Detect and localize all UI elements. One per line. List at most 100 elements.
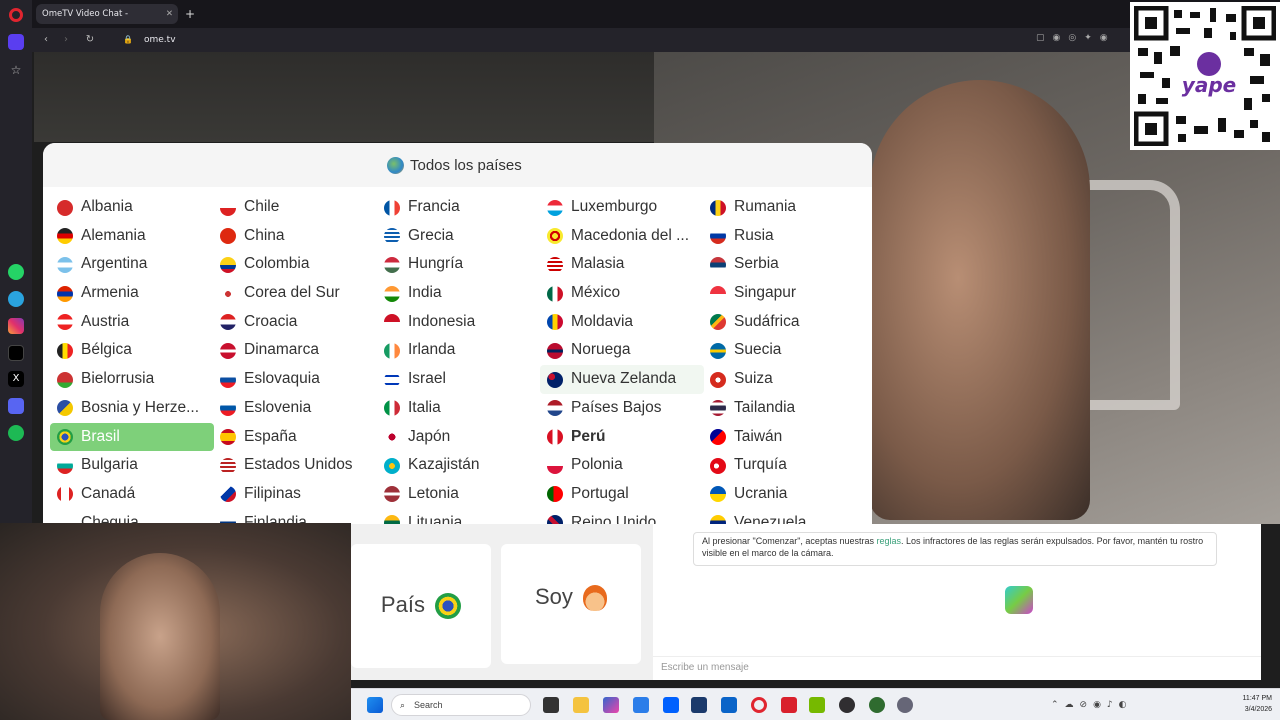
country-option[interactable]: India [377, 279, 541, 308]
country-option[interactable]: Eslovaquia [213, 365, 377, 394]
opera-logo-icon[interactable] [9, 8, 23, 22]
country-option[interactable]: Kazajistán [377, 451, 541, 480]
country-option[interactable]: Reino Unido [540, 509, 704, 524]
country-option[interactable]: Chequia [50, 509, 214, 524]
obs-icon[interactable] [839, 697, 855, 713]
country-option[interactable]: Bielorrusia [50, 365, 214, 394]
copilot-icon[interactable] [603, 697, 619, 713]
country-option[interactable]: Chile [213, 193, 377, 222]
instagram-icon[interactable] [8, 318, 24, 334]
country-option[interactable]: Singapur [703, 279, 867, 308]
message-input[interactable]: Escribe un mensaje [653, 656, 1261, 678]
taskbar-search[interactable]: ⌕ Search [391, 694, 531, 716]
country-option[interactable]: Portugal [540, 480, 704, 509]
wps-icon[interactable] [781, 697, 797, 713]
toolbar-icons[interactable]: ▢◉◎✦◉ [1036, 33, 1116, 43]
country-option[interactable]: Finlandia [213, 509, 377, 524]
file-explorer-icon[interactable] [573, 697, 589, 713]
country-option[interactable]: Italia [377, 394, 541, 423]
country-option[interactable]: China [213, 222, 377, 251]
country-option[interactable]: Irlanda [377, 336, 541, 365]
url-field[interactable]: ome.tv [144, 33, 176, 47]
country-option[interactable]: Moldavia [540, 308, 704, 337]
country-option[interactable]: Austria [50, 308, 214, 337]
country-option[interactable]: Albania [50, 193, 214, 222]
country-option[interactable]: Malasia [540, 250, 704, 279]
close-tab-icon[interactable]: ✕ [166, 4, 173, 24]
xbox-icon[interactable] [869, 697, 885, 713]
country-option[interactable]: Alemania [50, 222, 214, 251]
country-option[interactable]: Países Bajos [540, 394, 704, 423]
store-icon[interactable] [633, 697, 649, 713]
task-view-icon[interactable] [543, 697, 559, 713]
country-option[interactable]: Israel [377, 365, 541, 394]
reload-icon[interactable]: ↻ [82, 32, 98, 48]
country-option[interactable]: Indonesia [377, 308, 541, 337]
country-option[interactable]: Turquía [703, 451, 867, 480]
new-tab-icon[interactable]: + [182, 6, 198, 22]
country-option[interactable]: Eslovenia [213, 394, 377, 423]
country-option[interactable]: Hungría [377, 250, 541, 279]
country-option[interactable]: Bosnia y Herze... [50, 394, 214, 423]
windows-start-icon[interactable] [367, 697, 383, 713]
country-option[interactable]: Croacia [213, 308, 377, 337]
forward-icon[interactable]: › [58, 32, 74, 48]
country-option[interactable]: Japón [377, 423, 541, 452]
opera-taskbar-icon[interactable] [751, 697, 767, 713]
country-option[interactable]: Noruega [540, 336, 704, 365]
tiktok-icon[interactable] [8, 345, 24, 361]
country-option[interactable]: Armenia [50, 279, 214, 308]
country-button[interactable]: País [351, 544, 491, 668]
whatsapp-icon[interactable] [8, 264, 24, 280]
country-option[interactable]: Grecia [377, 222, 541, 251]
rules-link[interactable]: reglas [876, 536, 901, 546]
country-option[interactable]: Lituania [377, 509, 541, 524]
country-option[interactable]: Luxemburgo [540, 193, 704, 222]
country-option[interactable]: Polonia [540, 451, 704, 480]
country-option[interactable]: Brasil [50, 422, 214, 452]
back-icon[interactable]: ‹ [38, 32, 54, 48]
country-option[interactable]: Argentina [50, 250, 214, 279]
gender-button[interactable]: Soy [501, 544, 641, 664]
country-option[interactable]: Nueva Zelanda [540, 365, 704, 394]
country-option[interactable]: Venezuela [703, 509, 867, 524]
country-option[interactable]: Rusia [703, 222, 867, 251]
system-tray-icons[interactable]: ⌃☁⊘◉♪◐ [1051, 697, 1171, 713]
country-option[interactable]: Colombia [213, 250, 377, 279]
country-option[interactable]: México [540, 279, 704, 308]
taskbar-clock[interactable]: 11:47 PM 3/4/2026 [1243, 693, 1272, 715]
telegram-icon[interactable] [8, 291, 24, 307]
country-option[interactable]: Taiwán [703, 423, 867, 452]
country-option[interactable]: Francia [377, 193, 541, 222]
country-option[interactable]: Canadá [50, 480, 214, 509]
country-option[interactable]: Bulgaria [50, 451, 214, 480]
country-option[interactable]: Suiza [703, 365, 867, 394]
country-option[interactable]: España [213, 423, 377, 452]
country-option[interactable]: Filipinas [213, 480, 377, 509]
settings-icon[interactable] [897, 697, 913, 713]
country-option[interactable]: Dinamarca [213, 336, 377, 365]
country-option[interactable]: Sudáfrica [703, 308, 867, 337]
country-option[interactable]: Rumania [703, 193, 867, 222]
nvidia-icon[interactable] [809, 697, 825, 713]
tab-ometv[interactable]: OmeTV Video Chat - ✕ [36, 4, 178, 24]
country-option[interactable]: Bélgica [50, 336, 214, 365]
country-option[interactable]: Tailandia [703, 394, 867, 423]
country-option[interactable]: Suecia [703, 336, 867, 365]
vscode-icon[interactable] [691, 697, 707, 713]
flag-icon [547, 429, 563, 445]
country-option[interactable]: Letonia [377, 480, 541, 509]
home-icon[interactable] [8, 34, 24, 50]
country-option[interactable]: Ucrania [703, 480, 867, 509]
discord-icon[interactable] [8, 398, 24, 414]
star-icon[interactable]: ☆ [8, 62, 24, 78]
outlook-icon[interactable] [721, 697, 737, 713]
country-option[interactable]: Perú [540, 423, 704, 452]
country-option[interactable]: Macedonia del ... [540, 222, 704, 251]
spotify-icon[interactable] [8, 425, 24, 441]
country-option[interactable]: Estados Unidos [213, 451, 377, 480]
country-option[interactable]: Corea del Sur [213, 279, 377, 308]
dropbox-icon[interactable] [663, 697, 679, 713]
country-option[interactable]: Serbia [703, 250, 867, 279]
x-icon[interactable]: X [8, 371, 24, 387]
